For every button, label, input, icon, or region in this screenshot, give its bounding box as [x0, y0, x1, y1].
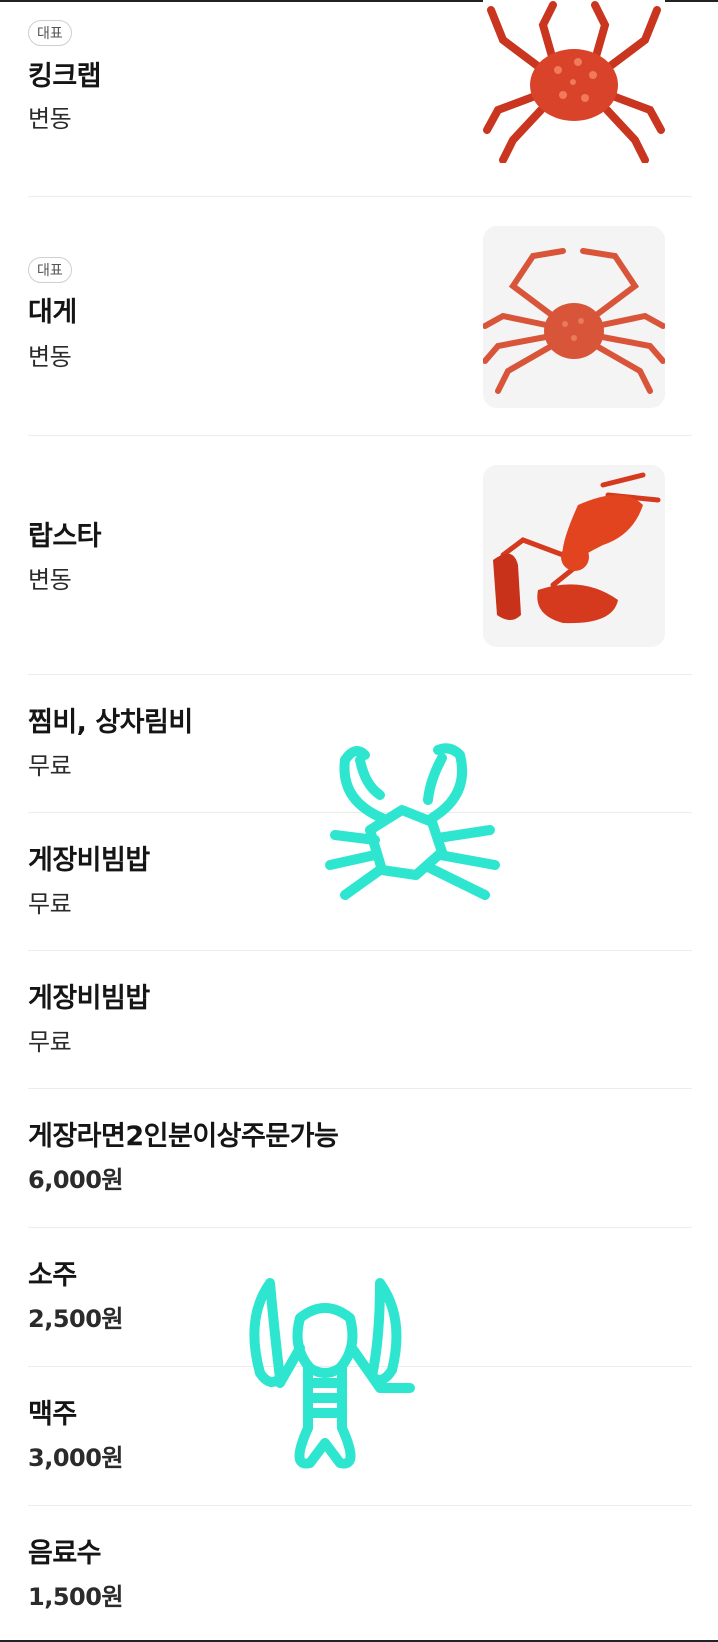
menu-item-price: 무료: [28, 1028, 72, 1056]
menu-item-price: 6,000원: [28, 1166, 124, 1194]
menu-item-name: 찜비, 상차림비: [28, 707, 193, 738]
signature-badge: 대표: [28, 257, 72, 283]
menu-item-price: 변동: [28, 343, 72, 371]
menu-item-name: 게장라면2인분이상주문가능: [28, 1121, 339, 1152]
menu-item-name: 소주: [28, 1260, 77, 1291]
menu-item-soju[interactable]: 소주 2,500원: [28, 1228, 692, 1366]
menu-item-crab-ramen[interactable]: 게장라면2인분이상주문가능 6,000원: [28, 1089, 692, 1227]
menu-item-price: 3,000원: [28, 1444, 124, 1472]
menu-item-price: 변동: [28, 105, 72, 133]
menu-item-name: 대게: [28, 297, 77, 328]
menu-item-price: 무료: [28, 890, 72, 918]
menu-item-name: 맥주: [28, 1399, 77, 1430]
menu-item-name: 음료수: [28, 1538, 102, 1569]
king-crab-image[interactable]: [483, 0, 665, 163]
menu-item-price: 무료: [28, 752, 72, 780]
menu-item-name: 게장비빔밥: [28, 845, 150, 876]
menu-item-price: 변동: [28, 566, 72, 594]
menu-item-price: 2,500원: [28, 1305, 124, 1333]
menu-item-name: 킹크랩: [28, 61, 102, 92]
menu-item-price: 1,500원: [28, 1583, 124, 1611]
menu-item-beer[interactable]: 맥주 3,000원: [28, 1367, 692, 1505]
menu-item-table-fee[interactable]: 찜비, 상차림비 무료: [28, 675, 692, 812]
menu-item-name: 랍스타: [28, 521, 102, 552]
lobster-image[interactable]: [483, 465, 665, 647]
snow-crab-image[interactable]: [483, 226, 665, 408]
menu-item-crab-bibimbap[interactable]: 게장비빔밥 무료: [28, 813, 692, 950]
menu-item-soft-drink[interactable]: 음료수 1,500원: [28, 1506, 692, 1640]
menu-item-name: 게장비빔밥: [28, 983, 150, 1014]
signature-badge: 대표: [28, 20, 72, 46]
menu-item-crab-bibimbap[interactable]: 게장비빔밥 무료: [28, 951, 692, 1088]
menu-page: { "menu": { "items": [ {"badge": "대표", "…: [0, 0, 718, 1642]
